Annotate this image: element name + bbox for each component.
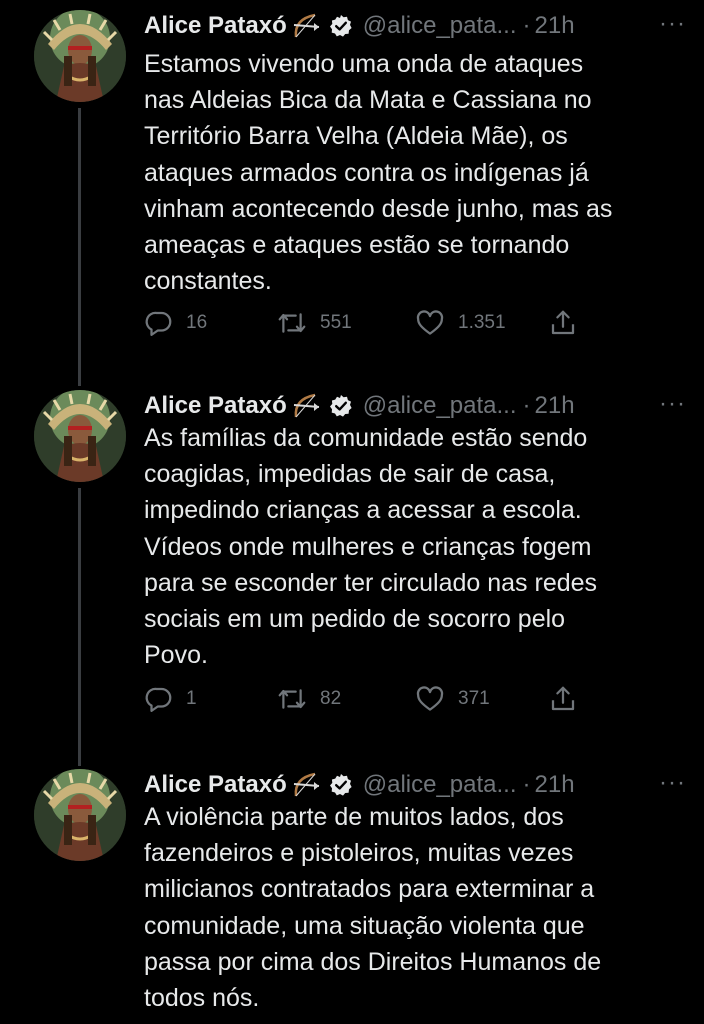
- retweet-button[interactable]: 82: [276, 684, 341, 714]
- author-name[interactable]: Alice Pataxó: [144, 392, 287, 420]
- like-count: 1.351: [458, 312, 506, 333]
- share-icon: [551, 686, 575, 711]
- tweet-text-line: passa por cima dos Direitos Humanos de: [144, 947, 602, 976]
- avatar[interactable]: [34, 769, 126, 861]
- avatar[interactable]: [34, 390, 126, 482]
- verified-badge-icon: [329, 773, 353, 797]
- more-options-button[interactable]: ···: [659, 769, 686, 797]
- tweet-text-line: As famílias da comunidade estão sendo: [144, 424, 588, 452]
- like-button[interactable]: 1.351: [414, 308, 506, 338]
- tweet-text-line: Território Barra Velha (Aldeia Mãe), os: [144, 122, 568, 151]
- tweet-text-line: nas Aldeias Bica da Mata e Cassiana no: [144, 86, 592, 115]
- share-button[interactable]: [548, 684, 578, 714]
- retweet-count: 551: [320, 312, 352, 333]
- tweet-actions: 1 82 371: [144, 684, 604, 720]
- more-options-button[interactable]: ···: [659, 10, 686, 38]
- avatar-image: [34, 10, 126, 102]
- bow-arrow-icon: [291, 391, 323, 421]
- retweet-button[interactable]: 551: [276, 308, 352, 338]
- reply-count: 16: [186, 312, 208, 333]
- tweet-text: A violência parte de muitos lados, dos f…: [144, 799, 689, 1016]
- tweet-text-line: constantes.: [144, 267, 272, 296]
- author-name[interactable]: Alice Pataxó: [144, 771, 287, 799]
- tweet[interactable]: Alice Pataxó @alice_pata... · 21h ··· As…: [0, 384, 704, 754]
- tweet-text-line: fazendeiros e pistoleiros, muitas vezes: [144, 839, 574, 868]
- tweet-text-line: Povo.: [144, 641, 208, 670]
- tweet-text-line: Estamos vivendo uma onda de ataques: [144, 50, 584, 78]
- tweet-text-line: ameaças e ataques estão se tornando: [144, 231, 570, 260]
- verified-badge-icon: [329, 14, 353, 38]
- tweet-text-line: impedindo crianças a acessar a escola.: [144, 496, 582, 525]
- reply-count: 1: [186, 688, 197, 709]
- timestamp[interactable]: 21h: [535, 392, 575, 420]
- reply-button[interactable]: 16: [144, 308, 207, 338]
- timestamp[interactable]: 21h: [535, 771, 575, 799]
- heart-icon: [416, 310, 444, 335]
- tweet[interactable]: Alice Pataxó @alice_pata... · 21h ··· A …: [0, 763, 704, 1024]
- bow-arrow-icon: [291, 770, 323, 800]
- avatar[interactable]: [34, 10, 126, 102]
- tweet[interactable]: Alice Pataxó @alice_pata... · 21h ··· Es…: [0, 4, 704, 374]
- retweet-icon: [278, 313, 306, 333]
- tweet-actions: 16 551 1.351: [144, 308, 604, 344]
- separator-dot: ·: [522, 771, 531, 798]
- author-name[interactable]: Alice Pataxó: [144, 12, 287, 40]
- tweet-text-line: coagidas, impedidas de sair de casa,: [144, 460, 556, 489]
- reply-icon: [145, 687, 172, 712]
- like-count: 371: [458, 688, 490, 709]
- tweet-text-line: Vídeos onde mulheres e crianças fogem: [144, 532, 592, 561]
- separator-dot: ·: [522, 392, 531, 419]
- author-handle[interactable]: @alice_pata...: [363, 12, 517, 40]
- tweet-text-line: sociais em um pedido de socorro pelo: [144, 605, 566, 634]
- reply-icon: [145, 311, 172, 336]
- tweet-text-line: todos nós.: [144, 984, 260, 1013]
- tweet-text: As famílias da comunidade estão sendo co…: [144, 420, 689, 673]
- retweet-icon: [278, 689, 306, 709]
- author-handle[interactable]: @alice_pata...: [363, 392, 517, 420]
- tweet-text-line: para se esconder ter circulado nas redes: [144, 568, 598, 597]
- tweet-text-line: A violência parte de muitos lados, dos: [144, 803, 564, 831]
- author-handle[interactable]: @alice_pata...: [363, 771, 517, 799]
- avatar-image: [34, 769, 126, 861]
- avatar-image: [34, 390, 126, 482]
- separator-dot: ·: [522, 12, 531, 39]
- tweet-header: Alice Pataxó @alice_pata... · 21h ···: [144, 4, 686, 48]
- share-icon: [551, 310, 575, 335]
- tweet-text: Estamos vivendo uma onda de ataques nas …: [144, 46, 689, 299]
- reply-button[interactable]: 1: [144, 684, 197, 714]
- tweet-text-line: milicianos contratados para exterminar a: [144, 875, 595, 904]
- share-button[interactable]: [548, 308, 578, 338]
- heart-icon: [416, 686, 444, 711]
- more-options-button[interactable]: ···: [659, 390, 686, 418]
- tweet-text-line: ataques armados contra os indígenas já: [144, 158, 589, 187]
- bow-arrow-icon: [291, 11, 323, 41]
- tweet-text-line: comunidade, uma situação violenta que: [144, 911, 585, 940]
- like-button[interactable]: 371: [414, 684, 490, 714]
- retweet-count: 82: [320, 688, 342, 709]
- verified-badge-icon: [329, 394, 353, 418]
- timestamp[interactable]: 21h: [535, 12, 575, 40]
- tweet-text-line: vinham acontecendo desde junho, mas as: [144, 194, 613, 223]
